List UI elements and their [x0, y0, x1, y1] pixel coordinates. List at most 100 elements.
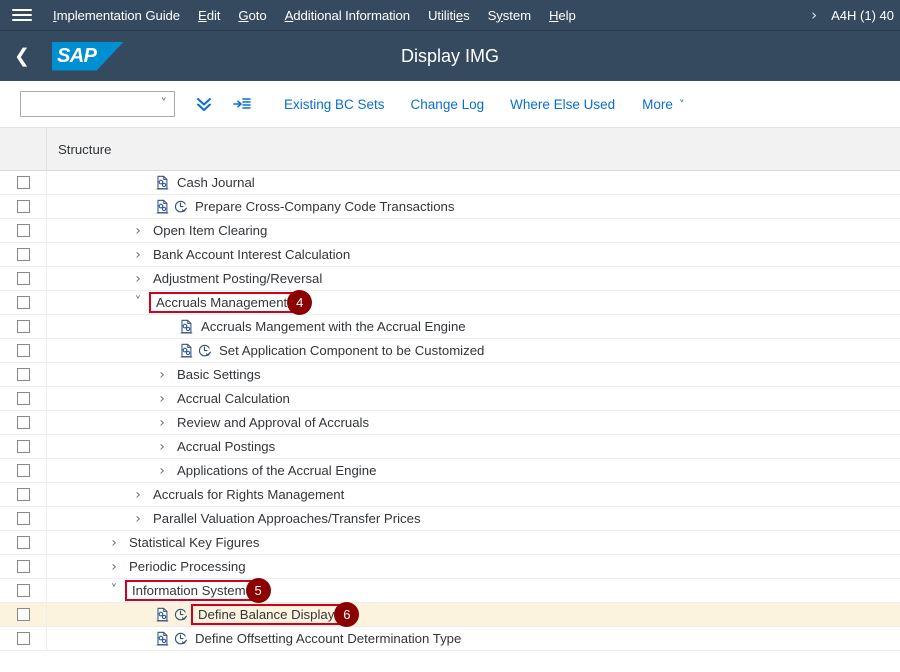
row-checkbox[interactable]	[16, 320, 30, 333]
chevron-right-icon[interactable]: ›	[105, 558, 123, 576]
menu-item-additional-information[interactable]: Additional Information	[276, 8, 419, 23]
chevron-right-icon[interactable]: ›	[129, 510, 147, 528]
tree-node-label[interactable]: Accruals Mangement with the Accrual Engi…	[195, 319, 466, 334]
tree-node-label[interactable]: Applications of the Accrual Engine	[171, 463, 376, 478]
table-row[interactable]: ˅ Accruals Management 4	[0, 290, 900, 315]
sap-logo[interactable]: SAP	[52, 41, 124, 71]
menu-item-help[interactable]: Help	[540, 8, 585, 23]
table-row[interactable]: › Accrual Calculation	[0, 387, 900, 411]
chevron-down-icon[interactable]: ˅	[105, 582, 123, 600]
more-actions-button[interactable]: More ˅	[628, 97, 694, 112]
table-row[interactable]: Set Application Component to be Customiz…	[0, 339, 900, 363]
tree-node-label[interactable]: Adjustment Posting/Reversal	[147, 271, 322, 286]
row-checkbox[interactable]	[16, 296, 30, 309]
row-checkbox[interactable]	[16, 440, 30, 453]
tree-node-label[interactable]: Accruals Management	[149, 292, 295, 313]
tree-node-label[interactable]: Accrual Postings	[171, 439, 275, 454]
menu-item-implementation-guide[interactable]: Implementation Guide	[44, 8, 189, 23]
status-clock-icon[interactable]	[171, 198, 189, 216]
chevron-right-icon[interactable]: ›	[129, 222, 147, 240]
customizing-activity-icon[interactable]	[153, 174, 171, 192]
chevron-right-icon[interactable]: ›	[153, 414, 171, 432]
chevron-right-icon[interactable]: ›	[129, 486, 147, 504]
row-checkbox[interactable]	[16, 344, 30, 357]
back-navigation-icon[interactable]: ❮	[0, 34, 44, 78]
indent-list-icon[interactable]	[225, 87, 259, 121]
tree-node-label[interactable]: Bank Account Interest Calculation	[147, 247, 350, 262]
chevron-right-icon[interactable]: ›	[129, 270, 147, 288]
table-row[interactable]: › Statistical Key Figures	[0, 531, 900, 555]
tree-node-label[interactable]: Define Balance Display	[191, 604, 342, 625]
tree-node-label[interactable]: Basic Settings	[171, 367, 261, 382]
table-row[interactable]: Cash Journal	[0, 171, 900, 195]
chevron-right-icon[interactable]: ›	[105, 534, 123, 552]
structure-select-input[interactable]: ˅	[20, 91, 175, 117]
customizing-activity-icon[interactable]	[153, 606, 171, 624]
tree-node-label[interactable]: Set Application Component to be Customiz…	[213, 343, 484, 358]
chevron-right-icon[interactable]: ›	[153, 462, 171, 480]
table-row[interactable]: Accruals Mangement with the Accrual Engi…	[0, 315, 900, 339]
row-checkbox[interactable]	[16, 536, 30, 549]
row-checkbox[interactable]	[16, 560, 30, 573]
row-checkbox[interactable]	[16, 584, 30, 597]
tree-node-label[interactable]: Periodic Processing	[123, 559, 246, 574]
row-checkbox[interactable]	[16, 488, 30, 501]
row-checkbox[interactable]	[16, 368, 30, 381]
table-row[interactable]: Define Balance Display 6	[0, 602, 900, 627]
table-row[interactable]: › Periodic Processing	[0, 555, 900, 579]
row-checkbox[interactable]	[16, 608, 30, 621]
table-row[interactable]: ˅ Information System 5	[0, 578, 900, 603]
table-row[interactable]: Define Offsetting Account Determination …	[0, 627, 900, 651]
row-checkbox[interactable]	[16, 200, 30, 213]
tree-node-label[interactable]: Prepare Cross-Company Code Transactions	[189, 199, 454, 214]
double-chevron-down-icon[interactable]	[187, 87, 221, 121]
table-row[interactable]: › Accrual Postings	[0, 435, 900, 459]
table-row[interactable]: › Review and Approval of Accruals	[0, 411, 900, 435]
tree-node-label[interactable]: Statistical Key Figures	[123, 535, 259, 550]
chevron-right-icon[interactable]: ›	[153, 438, 171, 456]
row-checkbox[interactable]	[16, 416, 30, 429]
tree-node-label[interactable]: Open Item Clearing	[147, 223, 267, 238]
tree-node-label[interactable]: Review and Approval of Accruals	[171, 415, 369, 430]
toolbar-button-change-log[interactable]: Change Log	[398, 97, 498, 112]
toolbar-button-where-else-used[interactable]: Where Else Used	[497, 97, 628, 112]
row-checkbox[interactable]	[16, 272, 30, 285]
toolbar-button-existing-bc-sets[interactable]: Existing BC Sets	[271, 97, 398, 112]
chevron-right-icon[interactable]: ›	[153, 390, 171, 408]
row-checkbox[interactable]	[16, 248, 30, 261]
chevron-right-icon[interactable]: ›	[129, 246, 147, 264]
tree-node-label[interactable]: Accruals for Rights Management	[147, 487, 344, 502]
row-checkbox[interactable]	[16, 632, 30, 645]
table-row[interactable]: › Basic Settings	[0, 363, 900, 387]
menu-item-utilities[interactable]: Utilities	[419, 8, 479, 23]
status-clock-icon[interactable]	[195, 342, 213, 360]
customizing-activity-icon[interactable]	[177, 318, 195, 336]
tree-node-label[interactable]: Parallel Valuation Approaches/Transfer P…	[147, 511, 421, 526]
tree-node-label[interactable]: Define Offsetting Account Determination …	[189, 631, 461, 646]
status-clock-icon[interactable]	[171, 606, 189, 624]
hamburger-menu-icon[interactable]	[10, 4, 34, 26]
row-checkbox[interactable]	[16, 176, 30, 189]
table-row[interactable]: › Bank Account Interest Calculation	[0, 243, 900, 267]
table-row[interactable]: Prepare Cross-Company Code Transactions	[0, 195, 900, 219]
status-clock-icon[interactable]	[171, 630, 189, 648]
chevron-right-icon[interactable]: ›	[807, 6, 831, 24]
tree-node-label[interactable]: Accrual Calculation	[171, 391, 290, 406]
chevron-down-icon[interactable]: ˅	[129, 294, 147, 312]
customizing-activity-icon[interactable]	[177, 342, 195, 360]
row-checkbox[interactable]	[16, 224, 30, 237]
table-row[interactable]: › Open Item Clearing	[0, 219, 900, 243]
row-checkbox[interactable]	[16, 392, 30, 405]
table-row[interactable]: › Adjustment Posting/Reversal	[0, 267, 900, 291]
chevron-right-icon[interactable]: ›	[153, 366, 171, 384]
tree-node-label[interactable]: Information System	[125, 580, 253, 601]
customizing-activity-icon[interactable]	[153, 630, 171, 648]
table-row[interactable]: › Applications of the Accrual Engine	[0, 459, 900, 483]
row-checkbox[interactable]	[16, 464, 30, 477]
tree-node-label[interactable]: Cash Journal	[171, 175, 255, 190]
menu-item-edit[interactable]: Edit	[189, 8, 229, 23]
table-row[interactable]: › Parallel Valuation Approaches/Transfer …	[0, 507, 900, 531]
table-row[interactable]: › Accruals for Rights Management	[0, 483, 900, 507]
menu-item-goto[interactable]: Goto	[229, 8, 275, 23]
menu-item-system[interactable]: System	[479, 8, 540, 23]
